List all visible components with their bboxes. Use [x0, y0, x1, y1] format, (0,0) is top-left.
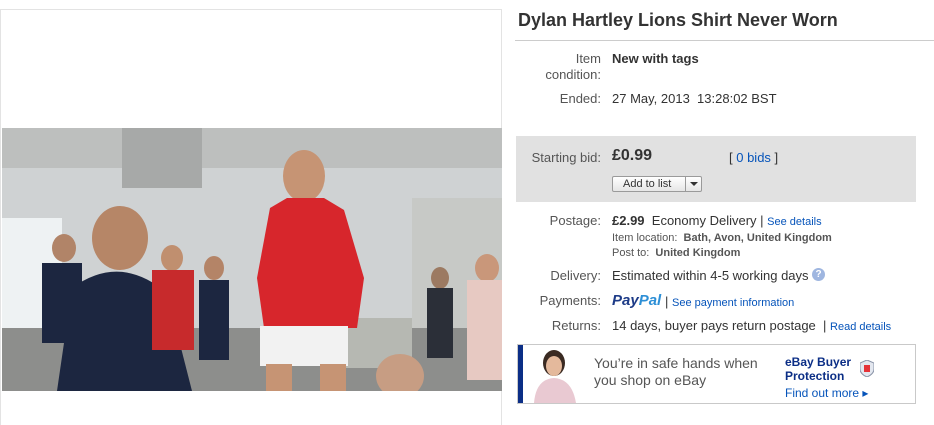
banner-message: You’re in safe hands when you shop on eB… — [594, 355, 758, 388]
separator: | — [665, 294, 672, 309]
condition-label: Item condition: — [545, 51, 601, 82]
payment-info-link[interactable]: See payment information — [672, 297, 794, 309]
support-agent-image — [534, 350, 576, 403]
item-location-value: Bath, Avon, United Kingdom — [683, 232, 832, 244]
postage-line: £2.99 Economy Delivery | See details — [612, 213, 822, 230]
ended-time: 13:28:02 BST — [697, 91, 777, 106]
post-to-value: United Kingdom — [655, 247, 741, 259]
post-to-line: Post to: United Kingdom — [612, 246, 740, 260]
returns-label: Returns: — [551, 318, 601, 333]
separator: | — [819, 318, 831, 333]
ended-value: 27 May, 2013 13:28:02 BST — [612, 91, 777, 107]
paypal-logo: PayPal — [612, 292, 661, 309]
item-image-panel — [0, 9, 502, 425]
item-location-label: Item location: — [612, 232, 678, 244]
starting-bid-label: Starting bid: — [531, 150, 601, 165]
listing-title: Dylan Hartley Lions Shirt Never Worn — [518, 10, 838, 30]
buyer-protection-line2: Protection — [785, 369, 845, 383]
paypal-logo-part2: Pal — [638, 292, 662, 309]
shield-icon — [860, 360, 874, 377]
item-photo[interactable] — [2, 128, 502, 391]
buyer-protection-banner[interactable]: You’re in safe hands when you shop on eB… — [517, 344, 916, 404]
paypal-logo-part1: Pay — [612, 292, 639, 309]
postage-service: Economy Delivery — [651, 213, 757, 228]
returns-value: 14 days, buyer pays return postage — [612, 318, 816, 333]
add-to-list-button[interactable]: Add to list — [612, 176, 702, 192]
bid-count-close: ] — [770, 150, 779, 165]
delivery-value: Estimated within 4-5 working days — [612, 268, 809, 283]
rugby-players-photo — [2, 128, 502, 391]
ended-date: 27 May, 2013 — [612, 91, 690, 106]
postage-details-link[interactable]: See details — [767, 216, 821, 228]
delivery-label: Delivery: — [550, 268, 601, 283]
add-to-list-label: Add to list — [623, 178, 672, 190]
item-location-line: Item location: Bath, Avon, United Kingdo… — [612, 231, 832, 245]
title-divider — [515, 40, 934, 41]
post-to-label: Post to: — [612, 247, 650, 259]
starting-bid-price: £0.99 — [612, 147, 653, 164]
ended-label: Ended: — [559, 91, 601, 106]
payments-label: Payments: — [539, 293, 601, 308]
payment-info: | See payment information — [665, 294, 794, 311]
banner-accent-bar — [518, 345, 523, 403]
buyer-protection-title: eBay Buyer Protection — [785, 355, 851, 383]
postage-label: Postage: — [549, 213, 601, 228]
bid-count-link[interactable]: 0 bids — [736, 150, 771, 165]
dropdown-arrow-icon[interactable] — [685, 177, 701, 191]
postage-price: £2.99 — [612, 213, 645, 228]
returns-line: 14 days, buyer pays return postage | Rea… — [612, 318, 891, 335]
bid-panel — [516, 136, 916, 202]
bid-count: [ 0 bids ] — [729, 150, 778, 166]
help-icon[interactable]: ? — [812, 268, 825, 281]
find-out-more-link[interactable]: Find out more ▸ — [785, 386, 868, 400]
returns-details-link[interactable]: Read details — [830, 321, 891, 333]
buyer-protection-line1: eBay Buyer — [785, 355, 852, 369]
condition-value: New with tags — [612, 51, 699, 66]
